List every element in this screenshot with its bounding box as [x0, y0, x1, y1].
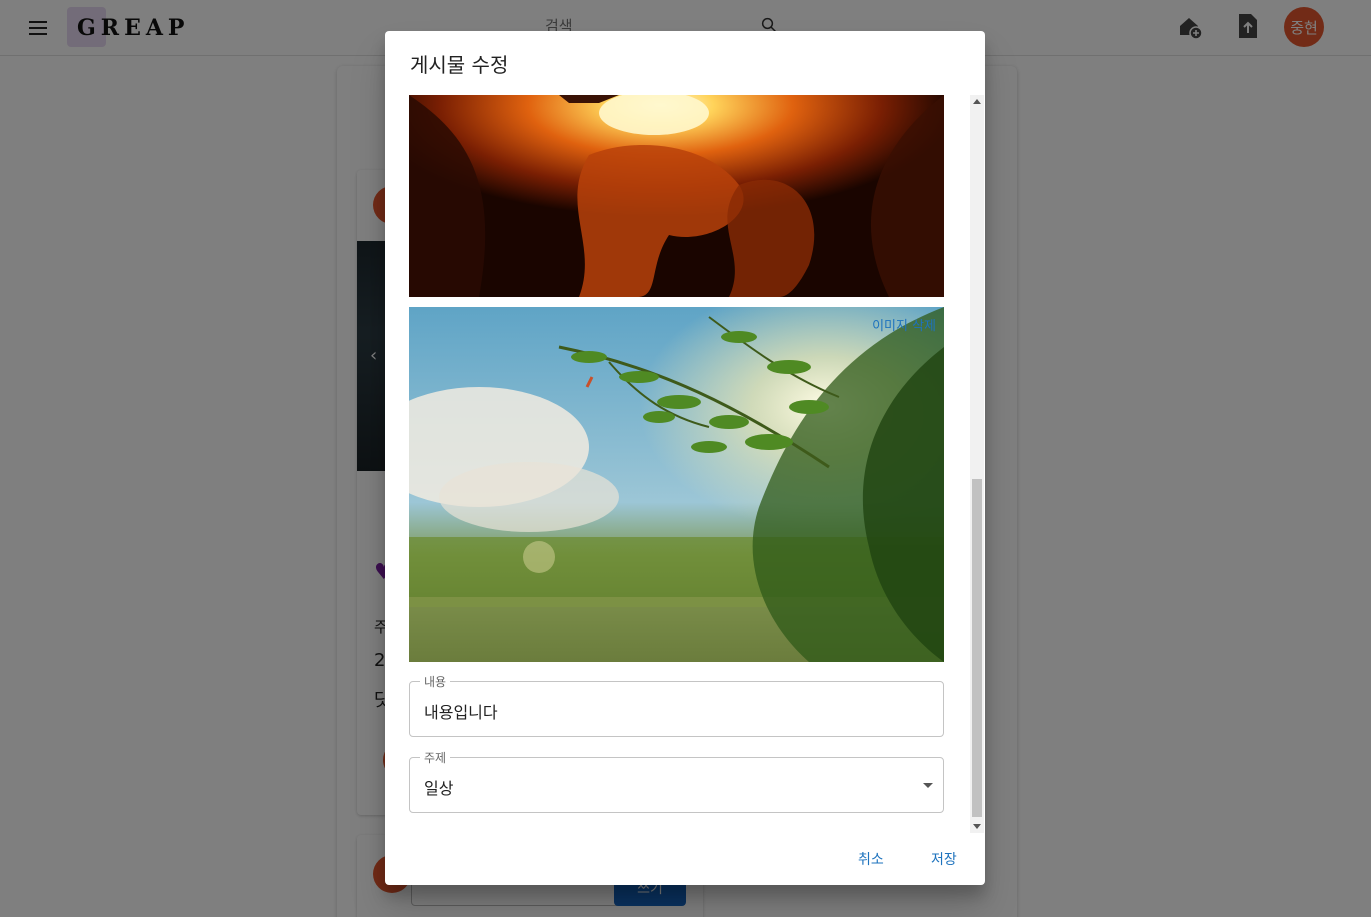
chevron-down-icon[interactable] — [923, 783, 933, 788]
image-delete-button[interactable]: 이미지 삭제 — [872, 315, 936, 334]
dialog-title: 게시물 수정 — [410, 53, 509, 77]
scrollbar-thumb[interactable] — [972, 479, 982, 817]
topic-select-label: 주제 — [420, 749, 451, 766]
dialog-content[interactable]: 이미지 삭제 내용 내용입니다 주제 일상 — [385, 95, 985, 833]
post-image-tree: 이미지 삭제 — [409, 307, 944, 662]
topic-select-value[interactable]: 일상 — [424, 775, 453, 799]
post-image-canyon — [409, 95, 944, 297]
cancel-button[interactable]: 취소 — [858, 849, 884, 869]
dialog-scrollbar[interactable] — [970, 95, 984, 833]
save-button[interactable]: 저장 — [931, 849, 957, 869]
edit-post-dialog: 게시물 수정 이미지 삭제 내용 내용입니다 주제 일상 취소 저장 — [385, 31, 985, 885]
topic-select[interactable]: 주제 일상 — [409, 749, 944, 813]
content-field[interactable]: 내용 내용입니다 — [409, 673, 944, 737]
content-field-value[interactable]: 내용입니다 — [424, 699, 498, 723]
content-field-label: 내용 — [420, 673, 451, 690]
scroll-down-arrow-icon[interactable] — [973, 824, 981, 829]
scroll-up-arrow-icon[interactable] — [973, 99, 981, 104]
